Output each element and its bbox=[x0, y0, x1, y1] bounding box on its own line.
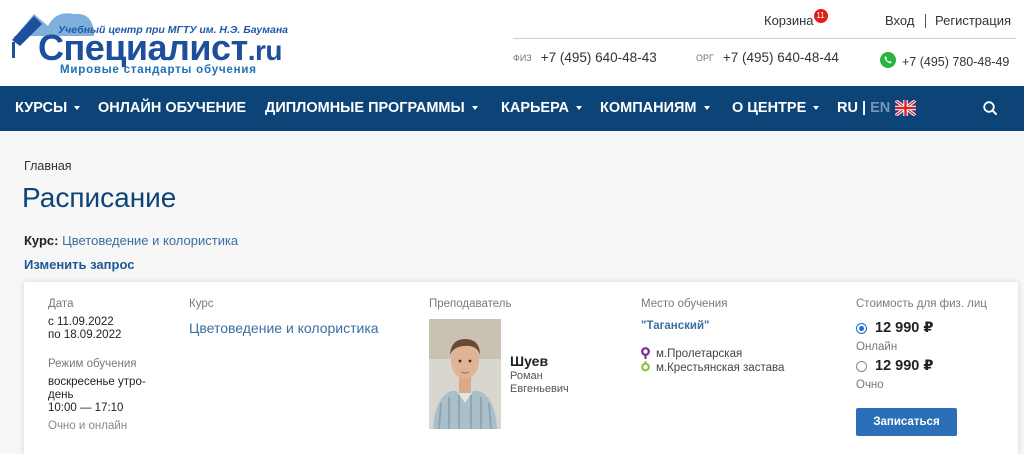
logo-brand-name: Специалист bbox=[38, 27, 248, 68]
nav-online[interactable]: ОНЛАЙН ОБУЧЕНИЕ bbox=[98, 86, 246, 131]
register-link[interactable]: Регистрация bbox=[935, 13, 1011, 28]
header-divider bbox=[513, 38, 1016, 39]
price-value: 12 990 ₽ bbox=[875, 320, 934, 336]
price-mode: Очно bbox=[856, 379, 884, 391]
language-switcher: RU | EN bbox=[837, 86, 890, 131]
phone-individuals[interactable]: ФИЗ +7 (495) 640-48-43 bbox=[513, 50, 657, 65]
date-from: с 11.09.2022 bbox=[48, 316, 114, 328]
phone-number: +7 (495) 640-48-44 bbox=[722, 50, 839, 65]
phone-label: ОРГ bbox=[696, 53, 714, 63]
logo-slogan: Мировые стандарты обучения bbox=[60, 64, 257, 76]
price-label: Стоимость для физ. лиц bbox=[856, 298, 987, 310]
nav-companies[interactable]: КОМПАНИЯМ bbox=[600, 86, 710, 131]
teacher-photo[interactable] bbox=[429, 319, 501, 429]
price-radio[interactable] bbox=[856, 323, 867, 334]
chevron-down-icon bbox=[813, 106, 820, 110]
site-header: Учебный центр при МГТУ им. Н.Э. Баумана … bbox=[0, 0, 1024, 86]
teacher-middle: Евгеньевич bbox=[510, 383, 569, 395]
lang-ru[interactable]: RU bbox=[837, 100, 858, 116]
phone-organizations[interactable]: ОРГ +7 (495) 640-48-44 bbox=[696, 50, 839, 65]
chevron-down-icon bbox=[703, 106, 710, 110]
nav-courses[interactable]: КУРСЫ bbox=[15, 86, 81, 131]
cart-count-badge: 11 bbox=[813, 9, 828, 23]
phone-whatsapp[interactable]: +7 (495) 780-48-49 bbox=[880, 50, 1009, 69]
cart-label: Корзина bbox=[764, 13, 814, 28]
lang-en[interactable]: EN bbox=[870, 100, 890, 116]
course-link[interactable]: Цветоведение и колористика bbox=[189, 320, 379, 336]
nav-diploma[interactable]: ДИПЛОМНЫЕ ПРОГРАММЫ bbox=[265, 86, 478, 131]
site-logo[interactable]: Учебный центр при МГТУ им. Н.Э. Баумана … bbox=[8, 2, 288, 82]
metro-station: м.Пролетарская bbox=[641, 345, 742, 360]
mode-line2: день bbox=[48, 389, 74, 401]
metro-pin-icon bbox=[641, 347, 650, 359]
chevron-down-icon bbox=[471, 106, 478, 110]
price-mode: Онлайн bbox=[856, 341, 898, 353]
nav-item-label: КОМПАНИЯМ bbox=[600, 100, 697, 116]
change-query-link[interactable]: Изменить запрос bbox=[24, 257, 134, 272]
course-filter-value[interactable]: Цветоведение и колористика bbox=[62, 233, 238, 248]
date-to: по 18.09.2022 bbox=[48, 329, 122, 341]
nav-item-label: О ЦЕНТРЕ bbox=[732, 100, 807, 116]
teacher-last-name[interactable]: Шуев bbox=[510, 353, 548, 369]
mode-format: Очно и онлайн bbox=[48, 420, 128, 432]
phone-label: ФИЗ bbox=[513, 53, 532, 63]
date-label: Дата bbox=[48, 298, 74, 310]
teacher-first: Роман bbox=[510, 370, 543, 382]
login-link[interactable]: Вход bbox=[885, 13, 914, 28]
mode-time: 10:00 — 17:10 bbox=[48, 402, 124, 414]
place-label: Место обучения bbox=[641, 298, 728, 310]
search-icon[interactable] bbox=[982, 100, 998, 116]
metro-station: м.Крестьянская застава bbox=[641, 359, 785, 374]
session-card: Дата с 11.09.2022 по 18.09.2022 Режим об… bbox=[24, 282, 1018, 454]
metro-name: м.Крестьянская застава bbox=[656, 362, 785, 374]
divider bbox=[925, 14, 926, 28]
nav-item-label: КУРСЫ bbox=[15, 100, 68, 116]
price-radio[interactable] bbox=[856, 361, 867, 372]
enroll-button[interactable]: Записаться bbox=[856, 408, 957, 436]
chevron-down-icon bbox=[74, 106, 81, 110]
whatsapp-icon bbox=[880, 52, 896, 68]
logo-brand-suffix: .ru bbox=[247, 35, 283, 66]
course-label: Курс bbox=[189, 298, 214, 310]
breadcrumb[interactable]: Главная bbox=[24, 159, 72, 173]
chevron-down-icon bbox=[575, 106, 582, 110]
course-filter-label: Курс: bbox=[24, 233, 59, 248]
nav-item-label: КАРЬЕРА bbox=[501, 100, 569, 116]
price-value: 12 990 ₽ bbox=[875, 358, 934, 374]
place-link[interactable]: "Таганский" bbox=[641, 320, 709, 332]
metro-pin-icon bbox=[641, 361, 650, 372]
nav-item-label: ОНЛАЙН ОБУЧЕНИЕ bbox=[98, 100, 247, 116]
mode-label: Режим обучения bbox=[48, 358, 137, 370]
uk-flag-icon[interactable] bbox=[895, 100, 916, 116]
phone-number: +7 (495) 780-48-49 bbox=[902, 55, 1010, 69]
course-filter: Курс: Цветоведение и колористика bbox=[24, 233, 238, 248]
cart-link[interactable]: Корзина 11 bbox=[764, 9, 828, 28]
page-title: Расписание bbox=[22, 182, 177, 213]
lang-separator: | bbox=[861, 100, 867, 116]
nav-about[interactable]: О ЦЕНТРЕ bbox=[732, 86, 820, 131]
mode-line1: воскресенье утро- bbox=[48, 376, 146, 388]
teacher-label: Преподаватель bbox=[429, 298, 512, 310]
nav-item-label: ДИПЛОМНЫЕ ПРОГРАММЫ bbox=[265, 100, 465, 116]
phone-number: +7 (495) 640-48-43 bbox=[540, 50, 657, 65]
main-nav: КУРСЫ ОНЛАЙН ОБУЧЕНИЕ ДИПЛОМНЫЕ ПРОГРАММ… bbox=[0, 86, 1024, 131]
teacher-first-name: Роман Евгеньевич bbox=[510, 370, 569, 396]
nav-career[interactable]: КАРЬЕРА bbox=[501, 86, 582, 131]
